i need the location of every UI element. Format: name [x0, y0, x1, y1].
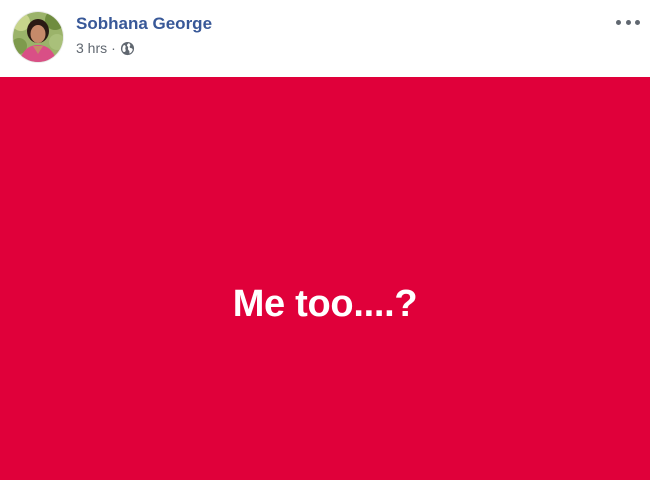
post-card: Sobhana George 3 hrs · Me too....? — [0, 0, 650, 480]
author-name[interactable]: Sobhana George — [76, 14, 212, 34]
more-dot — [625, 19, 631, 25]
post-timestamp[interactable]: 3 hrs — [76, 40, 107, 56]
post-background[interactable]: Me too....? — [0, 77, 650, 480]
post-header: Sobhana George 3 hrs · — [0, 0, 650, 76]
more-dot — [616, 19, 621, 25]
avatar-photo — [13, 12, 63, 62]
more-options-icon[interactable] — [616, 14, 640, 30]
post-text: Me too....? — [232, 283, 418, 325]
globe-icon[interactable] — [120, 41, 135, 56]
meta-separator: · — [111, 40, 116, 56]
more-dot — [635, 19, 640, 25]
author-avatar[interactable] — [13, 12, 63, 62]
post-meta: 3 hrs · — [76, 40, 135, 56]
